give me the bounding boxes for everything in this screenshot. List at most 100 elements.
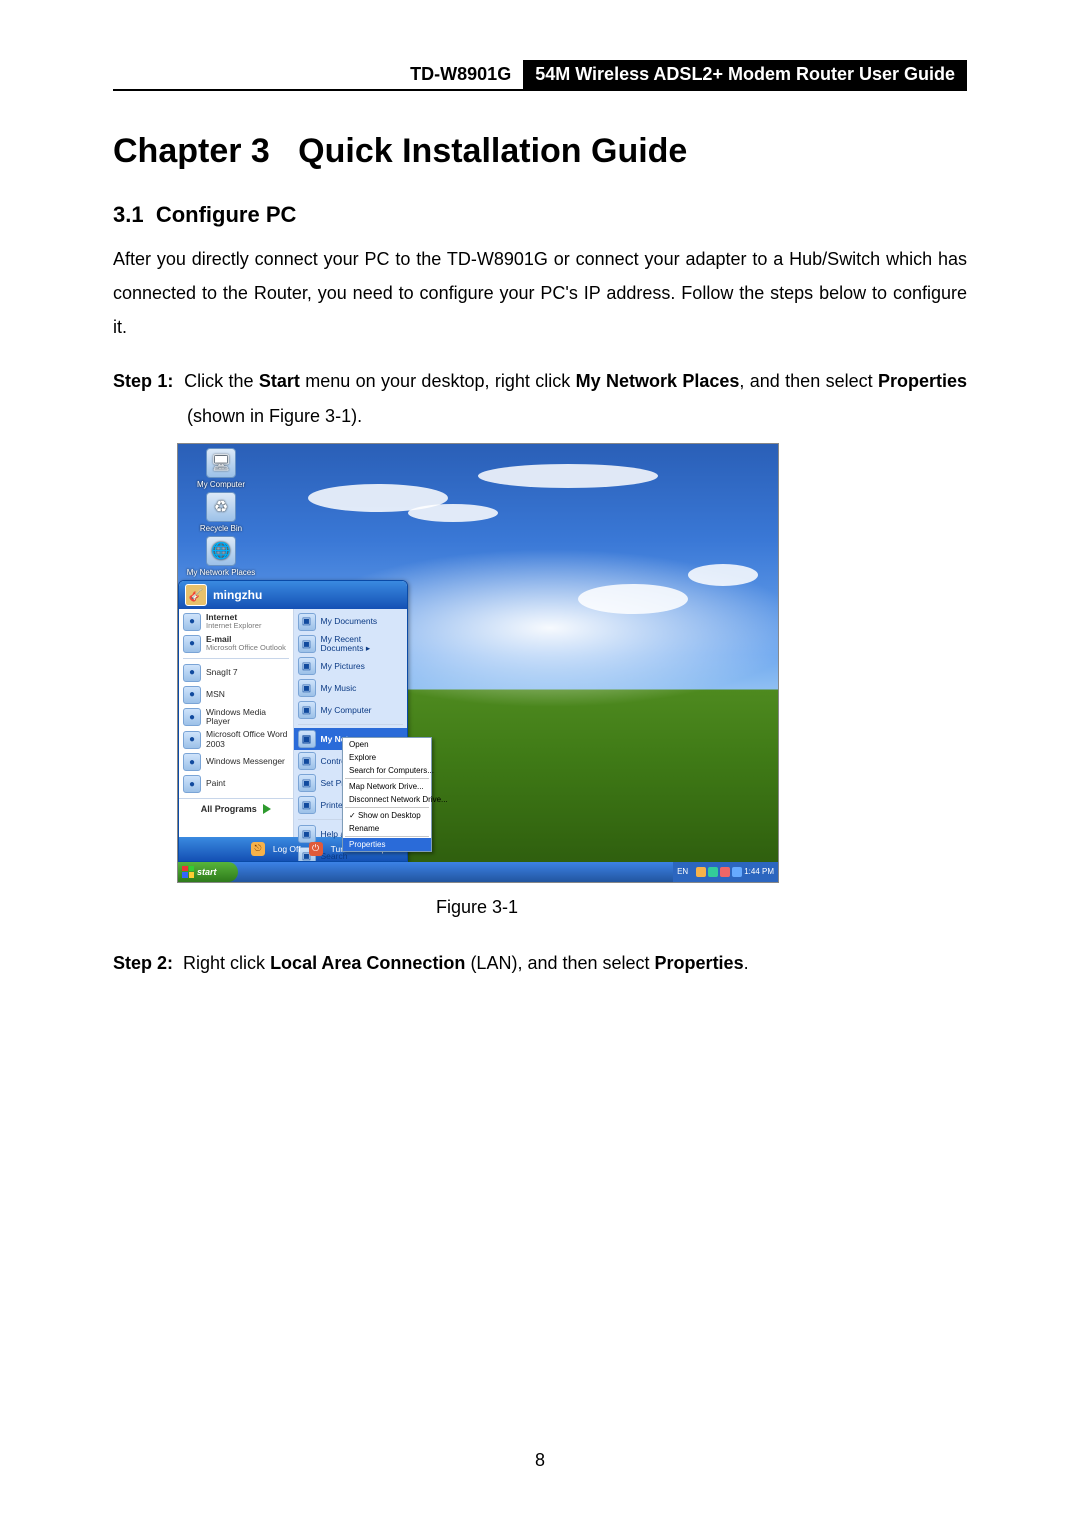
folder-icon: ▣ — [298, 774, 316, 792]
product-model: TD-W8901G — [402, 60, 523, 89]
step-1-bold-start: Start — [259, 371, 300, 391]
start-menu-item[interactable]: ●SnagIt 7 — [179, 662, 293, 684]
app-icon: ● — [183, 775, 201, 793]
logoff-icon: ⎋ — [251, 842, 265, 856]
start-menu-item[interactable]: ▣My Pictures — [294, 655, 408, 677]
tray-icon[interactable] — [720, 867, 730, 877]
start-menu-left-column: ●InternetInternet Explorer●E-mailMicroso… — [179, 609, 294, 837]
context-menu: OpenExploreSearch for Computers... Map Ne… — [342, 737, 432, 852]
step-1-label: Step 1: — [113, 371, 173, 391]
step-2-label: Step 2: — [113, 953, 173, 973]
app-icon: ● — [183, 731, 201, 749]
recycle-bin-icon: ♻ — [206, 492, 236, 522]
start-button[interactable]: start — [178, 862, 238, 882]
context-menu-item[interactable]: Search for Computers... — [343, 764, 431, 777]
start-menu-item[interactable]: ▣My Documents — [294, 611, 408, 633]
section-title: Configure PC — [156, 202, 297, 227]
folder-icon: ▣ — [298, 613, 316, 631]
windows-flag-icon — [182, 866, 194, 878]
app-icon: ● — [183, 753, 201, 771]
figure-caption: Figure 3-1 — [177, 897, 777, 918]
desktop-icon-label: Recycle Bin — [186, 524, 256, 533]
page-number: 8 — [0, 1450, 1080, 1471]
tray-icon[interactable] — [732, 867, 742, 877]
start-button-label: start — [197, 867, 217, 877]
cloud-icon — [408, 504, 498, 522]
xp-desktop-screenshot: 🖥 My Computer ♻ Recycle Bin 🌐 My Network… — [177, 443, 779, 883]
tray-icon[interactable] — [696, 867, 706, 877]
start-menu-item[interactable]: ●Windows Media Player — [179, 706, 293, 729]
context-menu-item-properties[interactable]: Properties — [343, 838, 431, 851]
context-menu-item[interactable]: Show on Desktop — [343, 809, 431, 822]
intro-paragraph: After you directly connect your PC to th… — [113, 242, 967, 345]
start-menu-item[interactable]: ●Windows Messenger — [179, 751, 293, 773]
folder-icon: ▣ — [298, 679, 316, 697]
step-1-text-1: Click the — [184, 371, 259, 391]
folder-icon: ▣ — [298, 730, 316, 748]
system-tray[interactable]: 1:44 PM — [692, 862, 778, 882]
language-indicator[interactable]: EN — [673, 862, 692, 882]
app-icon: ● — [183, 635, 201, 653]
step-1-text-3: , and then select — [739, 371, 878, 391]
step-2-bold-prop: Properties — [655, 953, 744, 973]
cloud-icon — [478, 464, 658, 488]
folder-icon: ▣ — [298, 701, 316, 719]
network-places-icon: 🌐 — [206, 536, 236, 566]
step-2: Step 2: Right click Local Area Connectio… — [113, 946, 967, 980]
folder-icon: ▣ — [298, 635, 316, 653]
desktop-icon-recycle-bin[interactable]: ♻ Recycle Bin — [186, 492, 256, 533]
chevron-right-icon — [263, 804, 271, 814]
app-icon: ● — [183, 664, 201, 682]
cloud-icon — [578, 584, 688, 614]
document-title: 54M Wireless ADSL2+ Modem Router User Gu… — [523, 60, 967, 89]
taskbar-clock: 1:44 PM — [744, 867, 774, 876]
taskbar-spacer — [238, 862, 673, 882]
step-2-text-3: . — [744, 953, 749, 973]
desktop-icon-my-network-places[interactable]: 🌐 My Network Places — [186, 536, 256, 577]
step-2-bold-lan: Local Area Connection — [270, 953, 465, 973]
start-menu-item[interactable]: ●Microsoft Office Word 2003 — [179, 728, 293, 751]
step-1-text-4: (shown in Figure 3-1). — [187, 406, 362, 426]
all-programs-button[interactable]: All Programs — [179, 798, 293, 819]
app-icon: ● — [183, 686, 201, 704]
figure-3-1: 🖥 My Computer ♻ Recycle Bin 🌐 My Network… — [177, 443, 777, 918]
user-avatar-icon: 🎸 — [185, 584, 207, 606]
context-menu-item[interactable]: Disconnect Network Drive... — [343, 793, 431, 806]
computer-icon: 🖥 — [206, 448, 236, 478]
start-menu-item[interactable]: ●Paint — [179, 773, 293, 795]
chapter-number: Chapter 3 — [113, 132, 270, 170]
start-menu-item[interactable]: ▣My Computer — [294, 699, 408, 721]
section-heading: 3.1 Configure PC — [113, 202, 967, 228]
cloud-icon — [688, 564, 758, 586]
desktop-icon-label: My Network Places — [186, 568, 256, 577]
chapter-title: Quick Installation Guide — [298, 132, 687, 170]
app-icon: ● — [183, 708, 201, 726]
context-menu-item[interactable]: Explore — [343, 751, 431, 764]
step-1: Step 1: Click the Start menu on your des… — [113, 364, 967, 432]
step-2-text-2: (LAN), and then select — [465, 953, 654, 973]
tray-icon[interactable] — [708, 867, 718, 877]
app-icon: ● — [183, 613, 201, 631]
start-menu-item[interactable]: ▣My Recent Documents ▸ — [294, 633, 408, 656]
context-menu-item[interactable]: Open — [343, 738, 431, 751]
folder-icon: ▣ — [298, 752, 316, 770]
start-menu-username: mingzhu — [213, 588, 262, 602]
desktop-icon-label: My Computer — [186, 480, 256, 489]
step-2-text-1: Right click — [183, 953, 270, 973]
start-menu-header: 🎸 mingzhu — [179, 581, 407, 609]
start-menu-item[interactable]: ●InternetInternet Explorer — [179, 611, 293, 633]
context-menu-item[interactable]: Map Network Drive... — [343, 780, 431, 793]
start-menu-item[interactable]: ●E-mailMicrosoft Office Outlook — [179, 633, 293, 655]
power-icon: ⏻ — [309, 842, 323, 856]
taskbar: start EN 1:44 PM — [178, 862, 778, 882]
desktop-icon-my-computer[interactable]: 🖥 My Computer — [186, 448, 256, 489]
start-menu-item[interactable]: ●MSN — [179, 684, 293, 706]
section-number: 3.1 — [113, 202, 144, 227]
start-menu-item[interactable]: ▣My Music — [294, 677, 408, 699]
logoff-button[interactable]: Log Off — [273, 844, 301, 854]
folder-icon: ▣ — [298, 657, 316, 675]
folder-icon: ▣ — [298, 825, 316, 843]
step-1-text-2: menu on your desktop, right click — [300, 371, 576, 391]
context-menu-item[interactable]: Rename — [343, 822, 431, 835]
step-1-bold-mynet: My Network Places — [576, 371, 740, 391]
